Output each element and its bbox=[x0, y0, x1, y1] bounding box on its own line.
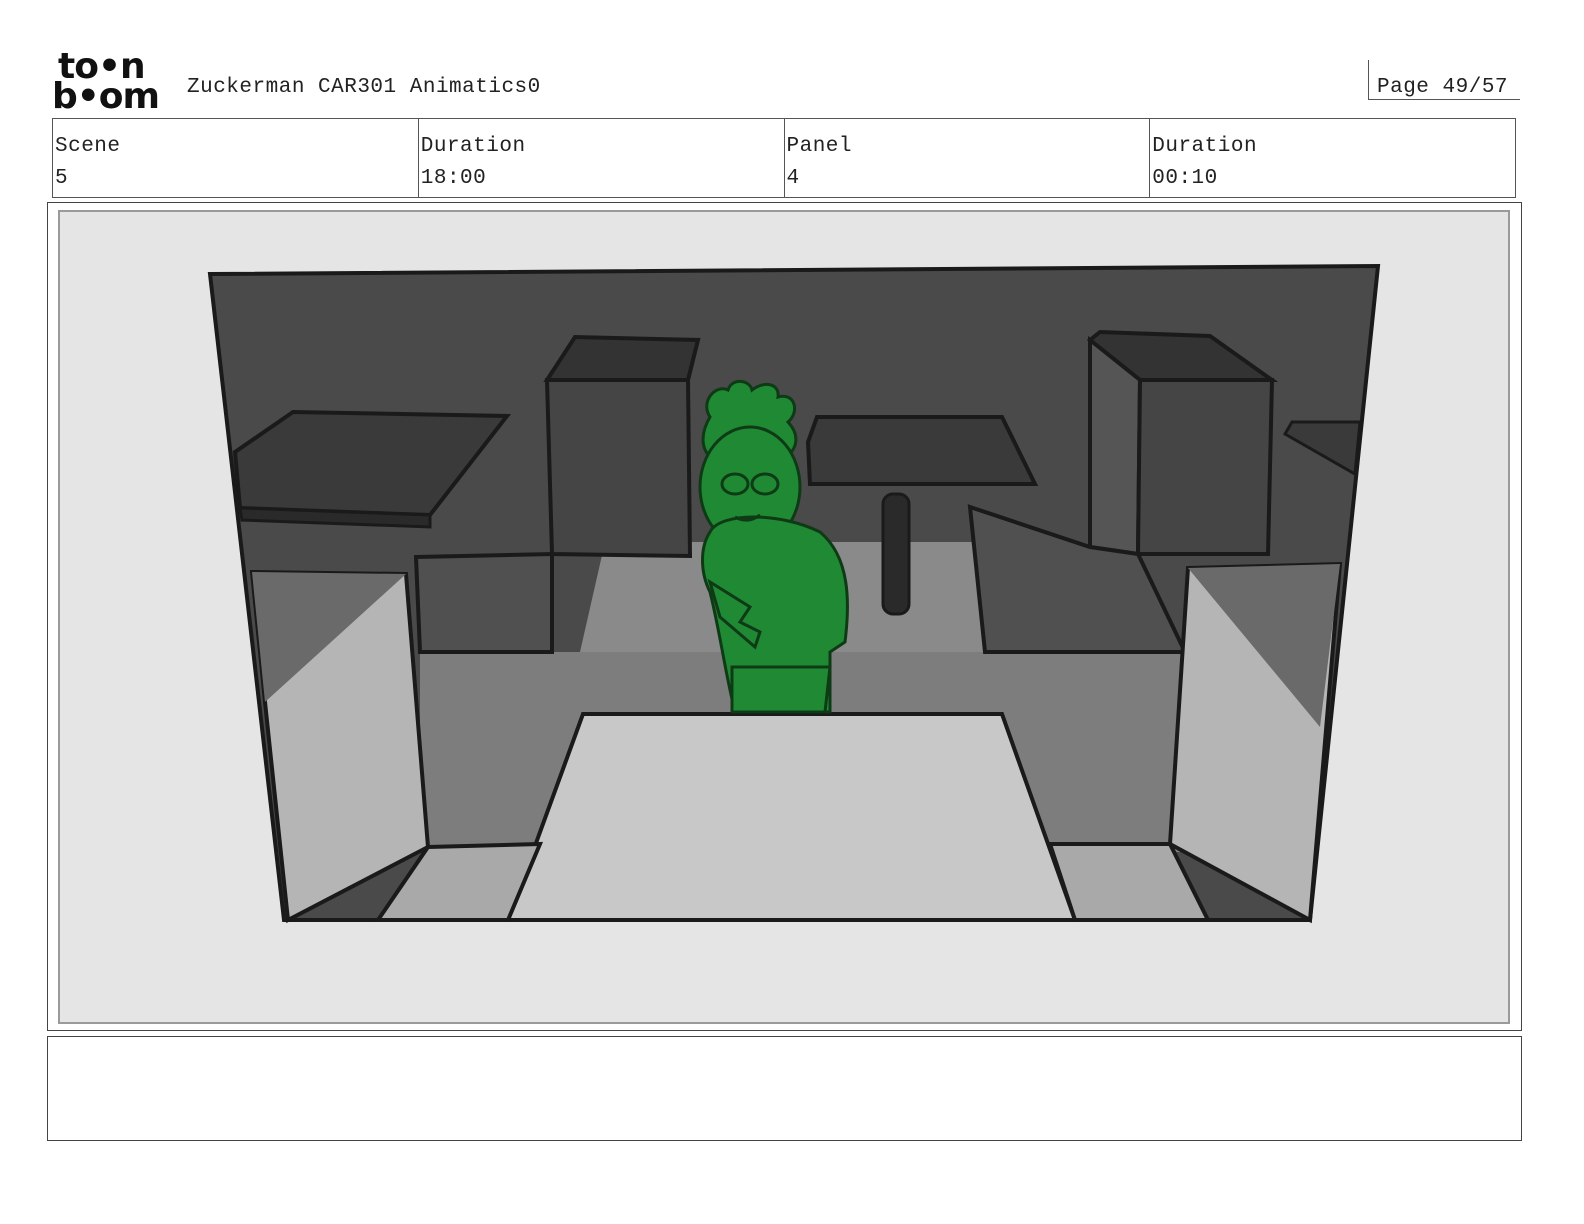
scene-duration-cell: Duration 18:00 bbox=[417, 119, 784, 197]
panel-cell: Panel 4 bbox=[783, 119, 1150, 197]
scene-value: 5 bbox=[55, 167, 69, 190]
center-table-top bbox=[805, 415, 1039, 486]
panel-notes-box bbox=[47, 1036, 1522, 1141]
document-title: Zuckerman CAR301 Animatics0 bbox=[187, 76, 541, 99]
storyboard-panel-frame bbox=[47, 202, 1522, 1031]
scene-info-table: Scene 5 Duration 18:00 Panel 4 Duration … bbox=[52, 118, 1516, 198]
right-booth-front bbox=[1135, 378, 1275, 556]
panel-duration-value: 00:10 bbox=[1152, 167, 1218, 190]
page-number-box: Page 49/57 bbox=[1368, 60, 1520, 100]
near-table bbox=[505, 712, 1078, 922]
scene-label: Scene bbox=[55, 135, 121, 158]
logo-text-bottom: b•om bbox=[52, 76, 160, 117]
scene-duration-value: 18:00 bbox=[420, 167, 487, 190]
left-booth-side bbox=[544, 378, 693, 559]
panel-duration-cell: Duration 00:10 bbox=[1149, 119, 1515, 197]
panel-value: 4 bbox=[786, 167, 800, 190]
scene-duration-label: Duration bbox=[420, 135, 526, 158]
character-legs bbox=[730, 665, 832, 714]
scene-cell: Scene 5 bbox=[53, 119, 418, 197]
left-bench bbox=[413, 551, 554, 654]
left-booth-back bbox=[543, 334, 701, 382]
toonboom-logo: to•n b•om bbox=[52, 49, 164, 117]
center-table-pedestal bbox=[881, 492, 911, 616]
diner-booth-sketch bbox=[207, 263, 1381, 924]
right-booth-side bbox=[1088, 335, 1143, 557]
page-number: Page 49/57 bbox=[1377, 76, 1509, 99]
storyboard-panel-image bbox=[58, 210, 1510, 1024]
panel-duration-label: Duration bbox=[1152, 135, 1258, 158]
panel-label: Panel bbox=[786, 135, 853, 158]
